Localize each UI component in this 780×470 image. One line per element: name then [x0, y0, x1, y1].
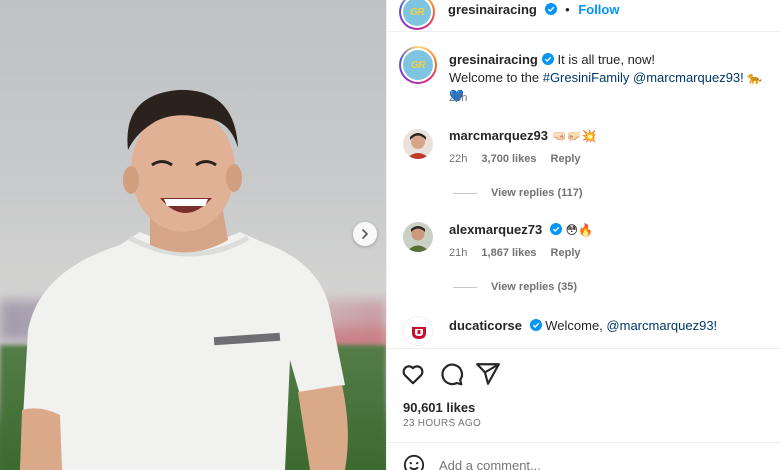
next-arrow-icon	[362, 229, 368, 239]
add-comment-input[interactable]	[439, 458, 739, 470]
view-replies-button[interactable]: View replies (35)	[453, 281, 577, 293]
comment-text: Welcome,	[545, 318, 603, 333]
comment-likes[interactable]: 1,867 likes	[481, 247, 536, 259]
verified-icon	[549, 223, 562, 235]
view-replies-label: View replies (35)	[491, 281, 578, 293]
mention-link[interactable]: @marcmarquez93!	[606, 318, 717, 333]
comment-username[interactable]: marcmarquez93	[449, 128, 548, 143]
share-button[interactable]	[475, 361, 501, 387]
comment-likes[interactable]: 3,700 likes	[481, 153, 536, 165]
action-bar	[387, 348, 780, 398]
rider-figure	[20, 89, 348, 470]
next-photo-button[interactable]	[353, 222, 377, 246]
caption-username[interactable]: gresinairacing	[449, 52, 538, 67]
comment-username[interactable]: ducaticorse	[449, 318, 522, 333]
add-comment-bar	[387, 442, 780, 470]
post-header: GR gresinairacing • Follow	[387, 0, 780, 32]
like-button[interactable]	[400, 361, 426, 387]
comment-button[interactable]	[438, 361, 464, 387]
commenter-avatar[interactable]	[403, 129, 433, 159]
caption-avatar[interactable]: GR	[399, 46, 437, 84]
likes-count[interactable]: 90,601 likes	[403, 400, 475, 415]
post-details-panel: GR gresinairacing • Follow GR gresinaira…	[386, 0, 780, 470]
verified-icon	[541, 53, 554, 65]
verified-icon	[529, 319, 542, 331]
reply-button[interactable]: Reply	[551, 247, 581, 259]
replies-divider	[453, 286, 477, 288]
author-username[interactable]: gresinairacing	[448, 2, 537, 17]
author-avatar[interactable]: GR	[399, 0, 435, 30]
comment-text: 🤜🏻🤛🏻💥	[551, 129, 597, 143]
post-photo[interactable]	[0, 0, 386, 470]
heart-icon	[402, 365, 424, 385]
separator-dot: •	[565, 2, 570, 17]
comment-icon	[441, 363, 464, 386]
replies-divider	[453, 192, 477, 194]
view-replies-label: View replies (117)	[491, 187, 583, 199]
gresini-logo: GR	[403, 50, 433, 80]
follow-button[interactable]: Follow	[578, 2, 619, 17]
hashtag-link[interactable]: #GresiniFamily	[543, 70, 630, 85]
share-icon	[476, 363, 500, 385]
comment-time: 22h	[449, 153, 468, 165]
reply-button[interactable]: Reply	[551, 153, 581, 165]
posted-time: 23 HOURS AGO	[403, 418, 482, 429]
commenter-avatar[interactable]	[403, 222, 433, 252]
verified-icon	[544, 3, 557, 15]
caption-welcome: Welcome to the	[449, 70, 540, 85]
view-replies-button[interactable]: View replies (117)	[453, 187, 583, 199]
comment-text: 😳🔥	[565, 223, 593, 237]
caption-time: 23h	[449, 92, 468, 104]
commenter-avatar[interactable]	[403, 316, 433, 346]
comment-time: 21h	[449, 247, 468, 259]
caption-line-1: It is all true, now!	[557, 52, 656, 67]
comment-username[interactable]: alexmarquez73	[449, 222, 542, 237]
mention-link[interactable]: @marcmarquez93!	[633, 70, 744, 85]
emoji-icon[interactable]	[403, 454, 425, 470]
